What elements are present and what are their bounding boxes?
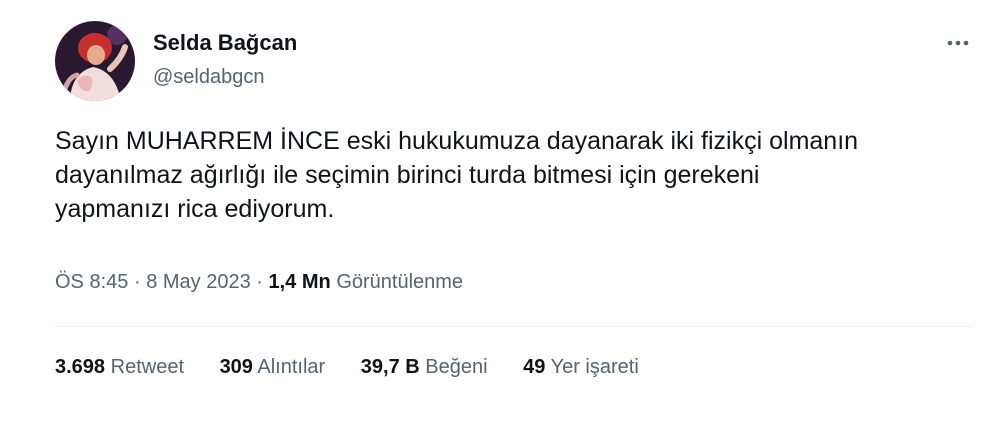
bookmarks-stat[interactable]: 49 Yer işareti — [523, 356, 639, 379]
retweets-label: Retweet — [110, 356, 184, 378]
views-label: Görüntülenme — [336, 271, 464, 293]
avatar[interactable] — [55, 21, 135, 101]
tweet-date[interactable]: 8 May 2023 — [146, 271, 251, 293]
tweet: Selda Bağcan @seldabgcn Sayın MUHARREM İ… — [0, 0, 1000, 422]
more-options-button[interactable] — [938, 28, 978, 58]
meta-separator: · — [133, 271, 141, 293]
tweet-text: Sayın MUHARREM İNCE eski hukukumuza daya… — [55, 127, 859, 223]
quotes-stat[interactable]: 309 Alıntılar — [220, 356, 326, 379]
author-handle[interactable]: @seldabgcn — [153, 66, 264, 89]
bookmarks-count: 49 — [523, 356, 546, 378]
meta-separator: · — [256, 271, 263, 293]
retweets-count: 3.698 — [55, 356, 106, 378]
avatar-image — [55, 21, 135, 101]
retweets-stat[interactable]: 3.698 Retweet — [55, 356, 184, 379]
tweet-meta: ÖS 8:45 · 8 May 2023 · 1,4 Mn Görüntülen… — [55, 271, 463, 294]
quotes-label: Alıntılar — [257, 356, 326, 378]
quotes-count: 309 — [219, 356, 253, 378]
more-horizontal-icon — [947, 40, 969, 46]
views-count[interactable]: 1,4 Mn — [269, 271, 331, 293]
author-name[interactable]: Selda Bağcan — [153, 30, 297, 56]
engagement-stats: 3.698 Retweet 309 Alıntılar 39,7 B Beğen… — [55, 356, 669, 379]
bookmarks-label: Yer işareti — [550, 356, 639, 378]
divider — [55, 326, 973, 327]
tweet-time[interactable]: ÖS 8:45 — [55, 271, 128, 293]
likes-count: 39,7 B — [360, 356, 420, 378]
likes-label: Beğeni — [425, 356, 488, 378]
likes-stat[interactable]: 39,7 B Beğeni — [361, 356, 488, 379]
